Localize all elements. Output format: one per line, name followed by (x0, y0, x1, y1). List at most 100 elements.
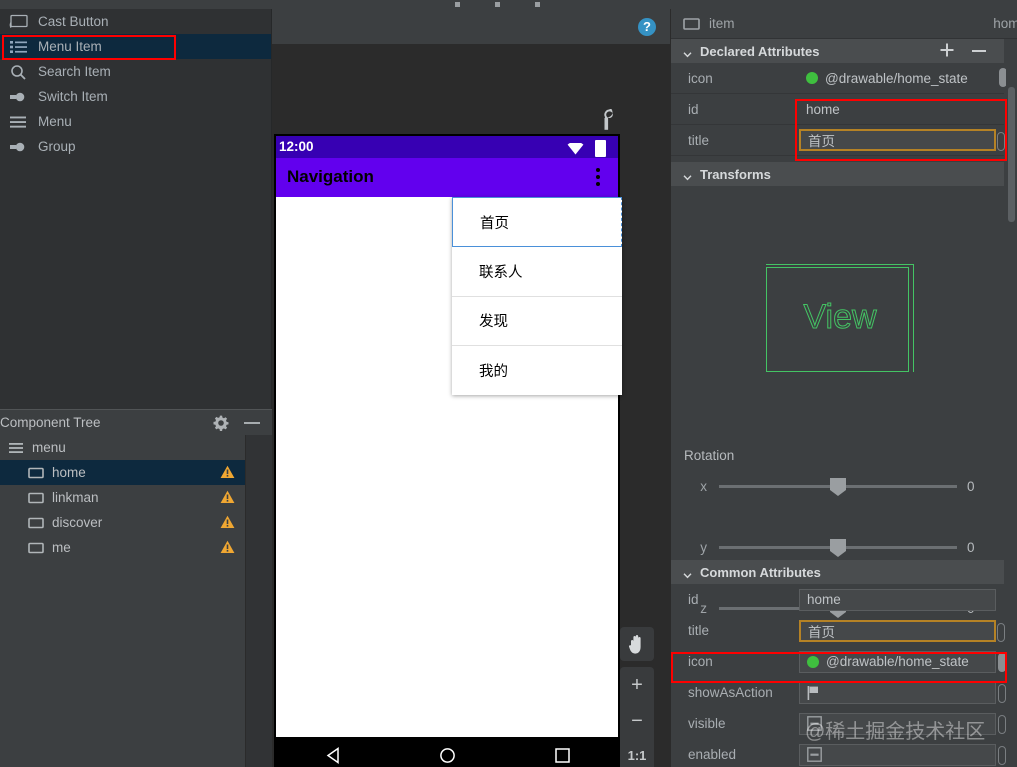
attribute-value-field[interactable]: home (799, 588, 996, 611)
rotation-value: 0 (967, 478, 975, 494)
popup-menu-item[interactable]: 发现 (452, 297, 622, 346)
component-tree-body: menu home linkman discover me (0, 435, 246, 767)
slider-thumb[interactable] (830, 538, 846, 557)
attribute-value: @drawable/home_state (826, 654, 969, 669)
attributes-scrollbar-track[interactable] (1006, 47, 1017, 767)
palette-item-menu-item[interactable]: Menu Item (0, 34, 271, 59)
tree-node-me[interactable]: me (0, 535, 245, 560)
zoom-reset-button[interactable]: 1:1 (620, 739, 654, 767)
transforms-section-header[interactable]: Transforms (671, 162, 1004, 186)
tree-node-menu[interactable]: menu (0, 435, 245, 460)
tree-node-linkman[interactable]: linkman (0, 485, 245, 510)
attribute-value: 首页 (808, 624, 835, 640)
resource-picker-button[interactable] (998, 745, 1006, 765)
attribute-value: @drawable/home_state (825, 70, 968, 86)
palette-item-group[interactable]: Group (0, 134, 271, 159)
popup-menu-item[interactable]: 联系人 (452, 247, 622, 297)
slider-track[interactable] (719, 538, 957, 557)
attribute-value-field[interactable]: @drawable/home_state (799, 650, 1006, 673)
pan-tool-button[interactable] (620, 627, 654, 661)
palette-panel: Cast Button Menu Item Search Item Switch… (0, 9, 272, 417)
popup-menu-item-label: 首页 (480, 215, 509, 232)
attribute-value-field[interactable]: home (799, 98, 996, 120)
wrench-icon[interactable] (598, 107, 616, 131)
attribute-name: title (688, 623, 710, 638)
attribute-row-title[interactable]: title 首页 (671, 125, 1005, 156)
palette-item-cast-button[interactable]: Cast Button (0, 9, 271, 34)
attribute-value-field[interactable] (799, 743, 1006, 766)
attribute-row-icon[interactable]: icon @drawable/home_state (671, 63, 1007, 94)
device-preview: 12:00 Navigation 首页 联系人 发现 我的 (274, 134, 622, 767)
warning-icon[interactable] (220, 540, 235, 554)
common-attribute-row-showasaction[interactable]: showAsAction (671, 677, 1006, 708)
common-attributes-section-header[interactable]: Common Attributes (671, 560, 1004, 584)
resource-picker-button[interactable] (998, 683, 1006, 703)
rotation-slider-y[interactable]: y 0 (671, 532, 1005, 562)
common-attribute-row-id[interactable]: id home (671, 584, 1004, 615)
group-icon (8, 139, 30, 155)
recents-square-icon[interactable] (554, 747, 571, 767)
resource-picker-button[interactable] (997, 132, 1005, 151)
design-surface: ? 12:00 Navigation 首页 联系人 发现 我的 + − 1:1 (272, 9, 670, 767)
common-attribute-row-enabled[interactable]: enabled (671, 739, 1006, 767)
common-attribute-row-visible[interactable]: visible (671, 708, 1006, 739)
back-triangle-icon[interactable] (326, 747, 343, 767)
warning-icon[interactable] (220, 465, 235, 479)
attribute-name: id (688, 592, 699, 607)
component-tree-header: Component Tree (0, 409, 272, 435)
common-attribute-row-title[interactable]: title 首页 (671, 615, 1005, 646)
drawable-swatch-icon (806, 72, 818, 84)
attribute-value-field[interactable]: @drawable/home_state (799, 67, 1007, 89)
minus-icon[interactable] (972, 50, 986, 52)
slider-track[interactable] (719, 477, 957, 496)
help-icon[interactable]: ? (638, 18, 656, 36)
resource-picker-button[interactable] (998, 714, 1006, 734)
attribute-value-field[interactable]: 首页 (799, 129, 1005, 151)
palette-item-label: Switch Item (38, 89, 108, 104)
home-circle-icon[interactable] (439, 747, 456, 767)
warning-icon[interactable] (220, 515, 235, 529)
battery-icon (595, 140, 606, 157)
attribute-value-field[interactable]: 首页 (799, 619, 1005, 642)
attribute-value: home (806, 101, 840, 117)
palette-item-switch-item[interactable]: Switch Item (0, 84, 271, 109)
attribute-value-field[interactable] (799, 712, 1006, 735)
device-app-bar: Navigation (276, 158, 618, 197)
attribute-value-field[interactable] (799, 681, 1006, 704)
attribute-row-id[interactable]: id home (671, 94, 1004, 125)
attributes-panel: item home Declared Attributes icon @draw… (670, 9, 1017, 767)
palette-item-search-item[interactable]: Search Item (0, 59, 271, 84)
gear-icon[interactable] (213, 415, 229, 431)
tristate-icon[interactable] (807, 716, 822, 731)
common-attribute-row-icon[interactable]: icon @drawable/home_state (671, 646, 1006, 677)
declared-attributes-section-header[interactable]: Declared Attributes (671, 39, 1004, 63)
resource-picker-button[interactable] (997, 622, 1005, 642)
plus-icon[interactable] (940, 43, 954, 57)
tristate-icon[interactable] (807, 747, 822, 762)
rotation-slider-x[interactable]: x 0 (671, 471, 1005, 501)
slider-thumb[interactable] (830, 477, 846, 496)
attribute-value: home (807, 592, 841, 607)
popup-menu-item-label: 我的 (479, 364, 508, 381)
attribute-name: visible (688, 716, 726, 731)
tree-node-home[interactable]: home (0, 460, 245, 485)
tree-node-discover[interactable]: discover (0, 510, 245, 535)
attributes-panel-header: item home (671, 9, 1017, 39)
overflow-menu-icon[interactable] (596, 168, 600, 187)
popup-menu-item[interactable]: 我的 (452, 346, 622, 396)
palette-item-menu[interactable]: Menu (0, 109, 271, 134)
attributes-scrollbar-thumb[interactable] (1008, 87, 1015, 222)
minimize-icon[interactable] (244, 422, 260, 424)
zoom-out-button[interactable]: − (620, 703, 654, 739)
rotation-label: Rotation (684, 448, 735, 463)
switch-icon (8, 89, 30, 105)
attribute-name: id (688, 101, 699, 117)
popup-menu-item[interactable]: 首页 (452, 197, 622, 247)
warning-icon[interactable] (220, 490, 235, 504)
transforms-preview[interactable]: View Rotation x 0 y 0 z 0 (671, 186, 1017, 618)
zoom-in-button[interactable]: + (620, 667, 654, 703)
palette-empty-area (0, 169, 271, 417)
palette-item-label: Search Item (38, 64, 111, 79)
resource-picker-button[interactable] (998, 652, 1006, 672)
overflow-menu-popup: 首页 联系人 发现 我的 (452, 197, 622, 395)
